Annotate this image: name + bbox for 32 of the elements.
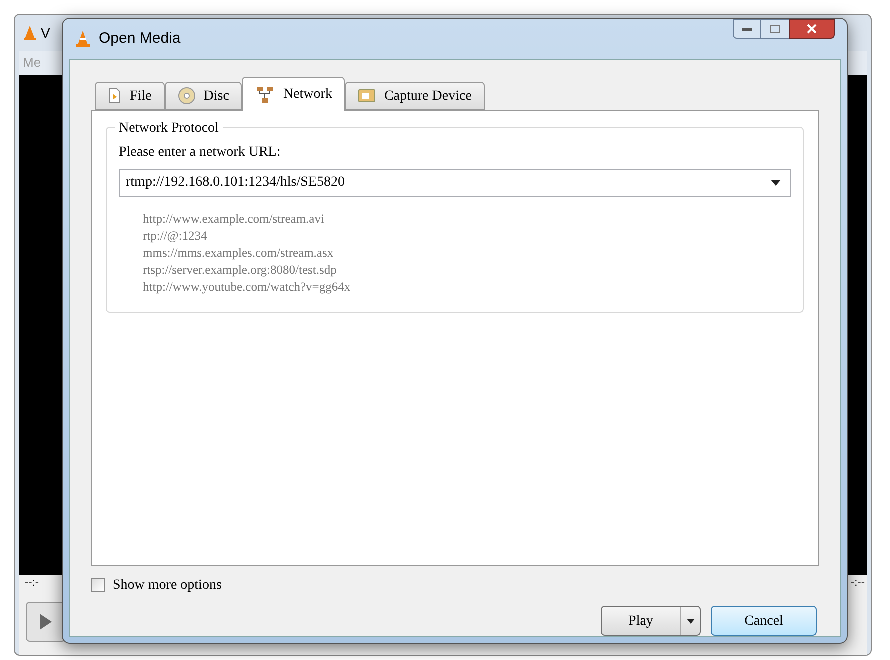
example-url: rtsp://server.example.org:8080/test.sdp xyxy=(143,262,338,279)
tab[interactable]: Capture Device xyxy=(345,82,485,110)
example-url: http://www.youtube.com/watch?v=gg64x xyxy=(143,279,352,296)
play-split-button[interactable]: Play xyxy=(601,606,701,636)
tab[interactable]: Network xyxy=(242,77,346,111)
play-icon xyxy=(39,613,53,631)
document-icon xyxy=(108,88,122,104)
example-url: mms://mms.examples.com/stream.asx xyxy=(143,245,335,262)
window-title: Open Media xyxy=(99,28,181,49)
example-url: rtp://@:1234 xyxy=(143,228,208,245)
minimize-button[interactable] xyxy=(733,19,761,39)
cancel-button[interactable]: Cancel xyxy=(711,606,817,636)
dropdown-arrow-icon xyxy=(771,180,781,186)
close-icon xyxy=(807,24,817,34)
tab[interactable]: File xyxy=(95,82,165,110)
traffic-cone-icon xyxy=(75,30,91,48)
close-button[interactable] xyxy=(789,19,835,39)
play-button[interactable] xyxy=(26,602,66,642)
tab[interactable]: Disc xyxy=(164,82,242,110)
maximize-button[interactable] xyxy=(761,19,789,39)
example-url: http://www.example.com/stream.avi xyxy=(143,211,326,228)
network-icon xyxy=(255,86,276,104)
show-more-options-checkbox[interactable]: Show more options xyxy=(91,574,222,596)
window-title: V xyxy=(41,24,50,42)
total-time: -:-- xyxy=(850,577,865,590)
traffic-cone-icon xyxy=(23,25,37,41)
url-combo-box[interactable]: rtmp://192.168.0.101:1234/hls/SE5820 xyxy=(119,169,791,197)
prompt-label: Please enter a network URL: xyxy=(119,144,282,162)
disc-icon xyxy=(178,87,196,105)
capture-card-icon xyxy=(358,88,376,104)
caret-icon xyxy=(686,618,694,624)
elapsed-time: --:- xyxy=(25,577,40,590)
